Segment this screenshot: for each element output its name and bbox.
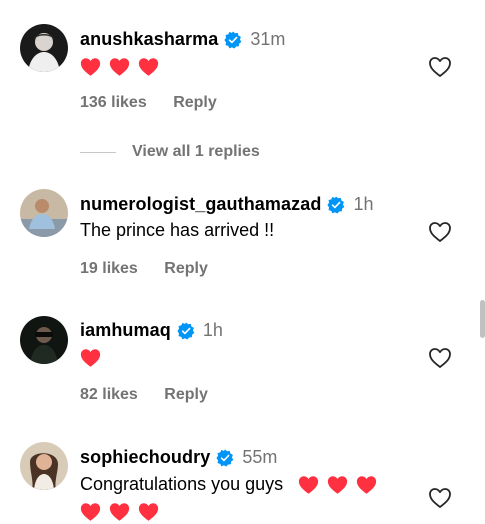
- timestamp: 55m: [242, 447, 278, 467]
- comment-text-line2: [80, 501, 159, 522]
- emoji-row: [80, 348, 101, 368]
- comment-header: numerologist_gauthamazad 1h: [80, 194, 373, 215]
- like-heart-icon[interactable]: [428, 487, 452, 509]
- red-heart-emoji-icon: [80, 57, 101, 77]
- avatar[interactable]: [20, 442, 68, 490]
- username[interactable]: numerologist_gauthamazad: [80, 194, 321, 215]
- comment-meta: 19 likes Reply: [80, 260, 230, 278]
- view-replies[interactable]: View all 1 replies: [80, 143, 260, 161]
- like-heart-icon[interactable]: [428, 347, 452, 369]
- red-heart-emoji-icon: [356, 475, 377, 495]
- view-replies-label[interactable]: View all 1 replies: [132, 143, 260, 161]
- comment-text-body: Congratulations you guys: [80, 474, 284, 494]
- comment-text: The prince has arrived !!: [80, 220, 275, 240]
- username[interactable]: sophiechoudry: [80, 447, 210, 468]
- emoji-row: [298, 475, 377, 495]
- verified-badge-icon: [327, 196, 345, 214]
- emoji-row: [80, 502, 159, 522]
- red-heart-emoji-icon: [327, 475, 348, 495]
- emoji-row: [80, 57, 159, 77]
- verified-badge-icon: [224, 31, 242, 49]
- red-heart-emoji-icon: [109, 57, 130, 77]
- divider-line: [80, 151, 116, 153]
- like-heart-icon[interactable]: [428, 221, 452, 243]
- likes-count[interactable]: 19 likes: [80, 260, 138, 277]
- comment-header: sophiechoudry 55m: [80, 447, 277, 468]
- username[interactable]: iamhumaq: [80, 320, 171, 341]
- comment-text: [80, 347, 101, 368]
- scrollbar-thumb[interactable]: [480, 300, 485, 338]
- red-heart-emoji-icon: [109, 502, 130, 522]
- comment-header: anushkasharma 31m: [80, 29, 285, 50]
- timestamp: 1h: [202, 320, 223, 340]
- verified-badge-icon: [177, 322, 195, 340]
- timestamp: 31m: [250, 29, 286, 49]
- red-heart-emoji-icon: [138, 502, 159, 522]
- reply-button[interactable]: Reply: [164, 260, 208, 277]
- comment-text: [80, 56, 159, 77]
- red-heart-emoji-icon: [298, 475, 319, 495]
- red-heart-emoji-icon: [80, 348, 101, 368]
- timestamp: 1h: [353, 194, 374, 214]
- likes-count[interactable]: 82 likes: [80, 386, 138, 403]
- avatar[interactable]: [20, 24, 68, 72]
- username[interactable]: anushkasharma: [80, 29, 218, 50]
- likes-count[interactable]: 136 likes: [80, 94, 147, 111]
- like-heart-icon[interactable]: [428, 56, 452, 78]
- comment-meta: 136 likes Reply: [80, 94, 239, 112]
- avatar[interactable]: [20, 316, 68, 364]
- avatar[interactable]: [20, 189, 68, 237]
- reply-button[interactable]: Reply: [173, 94, 217, 111]
- red-heart-emoji-icon: [80, 502, 101, 522]
- verified-badge-icon: [216, 449, 234, 467]
- red-heart-emoji-icon: [138, 57, 159, 77]
- comment-header: iamhumaq 1h: [80, 320, 223, 341]
- reply-button[interactable]: Reply: [164, 386, 208, 403]
- comment-meta: 82 likes Reply: [80, 386, 230, 404]
- comment-text: Congratulations you guys: [80, 474, 377, 495]
